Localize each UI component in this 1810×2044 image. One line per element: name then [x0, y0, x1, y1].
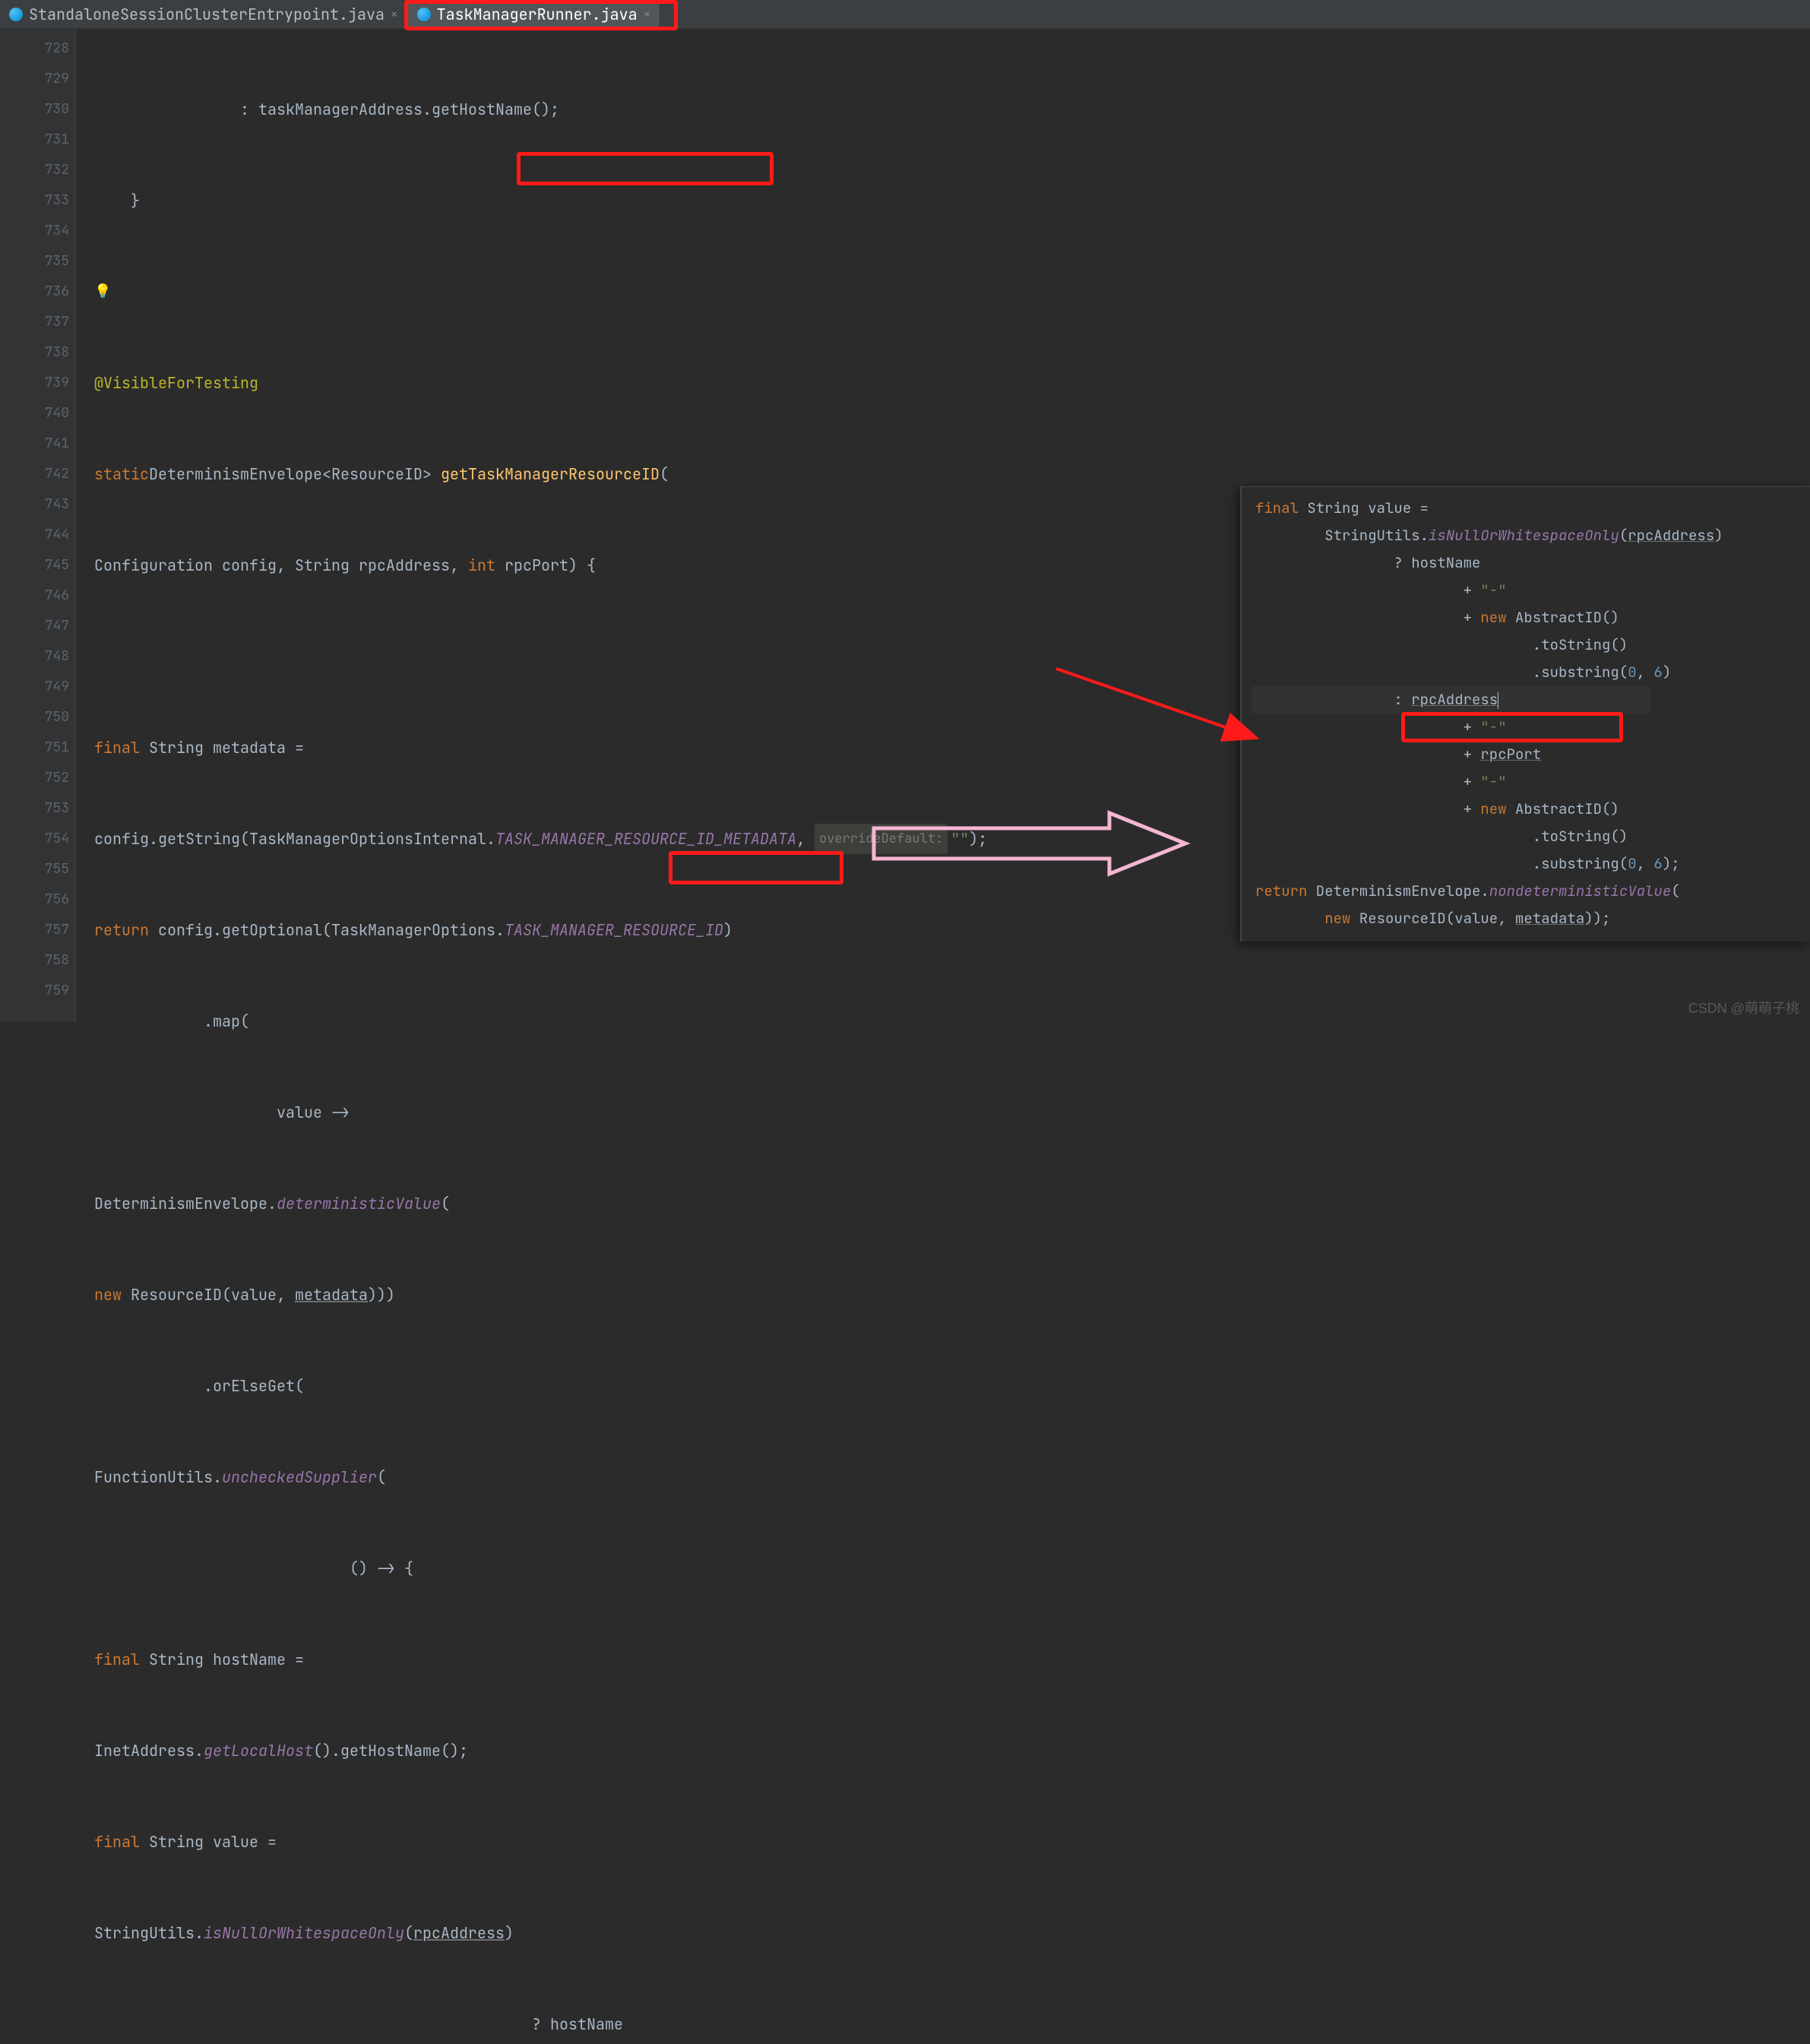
inlay-hint: overrideDefault:	[815, 824, 948, 854]
field-ref: TASK_MANAGER_RESOURCE_ID	[505, 915, 723, 945]
tab-taskmanager-runner[interactable]: TaskManagerRunner.java ×	[408, 0, 661, 28]
code-line: ? hostName	[94, 2009, 623, 2039]
java-file-icon	[9, 8, 23, 21]
line-number: 740	[0, 398, 69, 429]
line-number: 748	[0, 641, 69, 672]
tab-label: StandaloneSessionClusterEntrypoint.java	[29, 5, 384, 24]
close-icon[interactable]: ×	[391, 6, 398, 22]
line-number: 757	[0, 915, 69, 945]
code-line: value ->	[94, 1097, 350, 1128]
line-number: 744	[0, 520, 69, 550]
line-number: 755	[0, 854, 69, 884]
line-number: 734	[0, 216, 69, 246]
line-number: 750	[0, 702, 69, 732]
line-number: 756	[0, 884, 69, 915]
line-number: 749	[0, 672, 69, 702]
line-number: 752	[0, 763, 69, 793]
line-number: 731	[0, 125, 69, 155]
close-icon[interactable]: ×	[644, 6, 651, 22]
code-line: () -> {	[94, 1553, 413, 1584]
line-number: 743	[0, 489, 69, 520]
line-number: 728	[0, 33, 69, 64]
keyword: static	[94, 459, 149, 489]
annotation: @VisibleForTesting	[94, 368, 258, 398]
code-line: : taskManagerAddress.getHostName();	[94, 94, 559, 125]
line-number: 741	[0, 429, 69, 459]
line-number: 729	[0, 64, 69, 94]
intention-bulb-icon[interactable]: 💡	[94, 277, 111, 307]
editor-tab-bar: StandaloneSessionClusterEntrypoint.java …	[0, 0, 1810, 29]
line-number-gutter: 7287297307317327337347357367377387397407…	[0, 29, 76, 1022]
line-number: 754	[0, 824, 69, 854]
line-number: 738	[0, 337, 69, 368]
line-number: 730	[0, 94, 69, 125]
method-name: getTaskManagerResourceID	[441, 459, 660, 489]
line-number: 745	[0, 550, 69, 581]
java-file-icon	[417, 8, 431, 21]
line-number: 746	[0, 581, 69, 611]
line-number: 733	[0, 185, 69, 216]
line-number: 739	[0, 368, 69, 398]
code-line: .map(	[94, 1006, 249, 1036]
line-number: 758	[0, 945, 69, 976]
line-number: 753	[0, 793, 69, 824]
tab-label: TaskManagerRunner.java	[437, 5, 638, 24]
line-number: 759	[0, 976, 69, 1006]
tab-standalone-session[interactable]: StandaloneSessionClusterEntrypoint.java …	[0, 0, 408, 28]
line-number: 747	[0, 611, 69, 641]
code-line: .orElseGet(	[94, 1371, 304, 1401]
line-number: 742	[0, 459, 69, 489]
code-line: }	[94, 185, 140, 216]
diff-overlay-snippet: final String value = StringUtils.isNullO…	[1240, 486, 1810, 941]
field-ref: TASK_MANAGER_RESOURCE_ID_METADATA	[495, 824, 796, 854]
line-number: 737	[0, 307, 69, 337]
line-number: 751	[0, 732, 69, 763]
line-number: 736	[0, 277, 69, 307]
line-number: 732	[0, 155, 69, 185]
line-number: 735	[0, 246, 69, 277]
